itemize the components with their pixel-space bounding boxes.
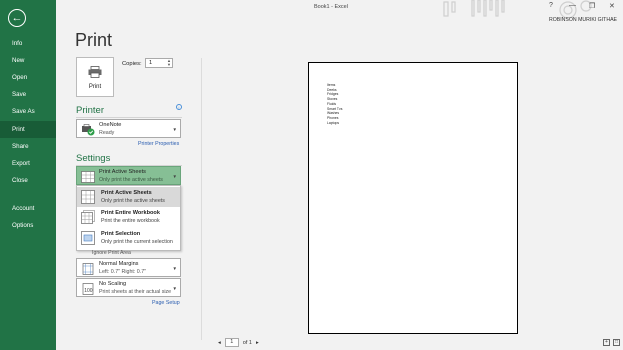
restore-icon[interactable]: ❐ [589,2,595,10]
menu-item-label: Print Active Sheets [101,190,152,196]
print-scope-dropdown[interactable]: Print Active Sheets Only print the activ… [76,166,181,185]
sidebar-item-account[interactable]: Account [0,200,56,217]
window-title: Book1 - Excel [314,4,348,10]
chevron-down-icon: ▼ [172,174,177,179]
menu-item-label: Print Selection [101,231,141,237]
sidebar-item-share[interactable]: Share [0,138,56,155]
page-setup-link[interactable]: Page Setup [152,300,180,306]
chevron-down-icon: ▼ [172,266,177,271]
sidebar-item-close[interactable]: Close [0,172,56,189]
help-icon[interactable]: ? [549,2,553,9]
menu-item-description: Only print the current selection [101,239,173,245]
print-scope-description: Only print the active sheets [99,177,163,183]
sidebar-item-open[interactable]: Open [0,69,56,86]
printer-icon [88,66,102,78]
sidebar-item-export[interactable]: Export [0,155,56,172]
info-icon[interactable]: i [176,104,182,110]
ignore-print-area-option[interactable]: Ignore Print Area [92,250,131,256]
print-scope-menu: Print Active Sheets Only print the activ… [76,185,181,251]
menu-item-label: Print Entire Workbook [101,210,160,216]
divider [201,58,202,340]
page-title: Print [75,30,113,50]
preview-content: Items Deeks Fridges Stoves Fluids Smart … [327,83,342,125]
printer-dropdown[interactable]: OneNote Ready ▼ [76,119,181,138]
scaling-dropdown[interactable]: 100 No Scaling Print sheets at their act… [76,278,181,297]
scaling-value: No Scaling [99,281,127,287]
printer-properties-link[interactable]: Printer Properties [138,141,179,147]
print-button-label: Print [88,84,102,90]
divider [76,117,182,118]
copies-value: 1 [149,60,153,66]
selection-icon [81,231,95,245]
minimize-icon[interactable]: — [569,2,576,9]
sheet-grid-icon [81,190,95,204]
printer-name: OneNote [99,122,122,128]
printer-status: Ready [99,130,115,136]
workbook-icon [81,210,95,224]
backstage-sidebar: ← Info New Open Save Save As Print Share… [0,0,56,350]
printer-ready-icon [82,124,95,136]
current-page-input[interactable]: 1 [224,338,239,347]
print-scope-value: Print Active Sheets [99,169,146,175]
copies-input[interactable]: 1 ▲ ▼ [145,58,173,68]
chevron-down-icon: ▼ [172,127,177,132]
zoom-to-page-icon[interactable]: □ [613,339,620,346]
sheet-grid-icon [81,171,95,183]
menu-item-description: Only print the active sheets [101,198,165,204]
close-icon[interactable]: ✕ [609,2,615,10]
show-margins-icon[interactable]: + [603,339,610,346]
chevron-down-icon: ▼ [172,286,177,291]
menu-item-print-selection[interactable]: Print Selection Only print the current s… [77,228,180,248]
previous-page-icon[interactable]: ◂ [218,340,221,346]
back-arrow-icon[interactable]: ← [8,9,26,27]
menu-item-print-entire-workbook[interactable]: Print Entire Workbook Print the entire w… [77,207,180,227]
sidebar-item-info[interactable]: Info [0,35,56,52]
printer-section-title: Printer [76,105,104,116]
settings-section-title: Settings [76,153,111,164]
margins-icon [82,263,94,275]
menu-item-description: Print the entire workbook [101,218,160,224]
margins-description: Left: 0.7" Right: 0.7" [99,269,147,275]
sidebar-item-save[interactable]: Save [0,86,56,103]
sidebar-item-save-as[interactable]: Save As [0,103,56,120]
scaling-icon: 100 [82,283,94,295]
preview-line: Laptops [327,120,340,125]
margins-value: Normal Margins [99,261,139,267]
sidebar-item-options[interactable]: Options [0,217,56,234]
svg-text:100: 100 [84,288,93,294]
sidebar-item-print[interactable]: Print [0,121,56,138]
margins-dropdown[interactable]: Normal Margins Left: 0.7" Right: 0.7" ▼ [76,258,181,277]
print-button[interactable]: Print [76,57,114,97]
title-bar: Book1 - Excel ? — ❐ ✕ [56,0,623,19]
scaling-description: Print sheets at their actual size [99,289,172,295]
page-navigator: ◂ 1 of 1 ▸ [218,338,259,347]
menu-item-print-active-sheets[interactable]: Print Active Sheets Only print the activ… [77,187,180,207]
next-page-icon[interactable]: ▸ [256,340,259,346]
sidebar-item-new[interactable]: New [0,52,56,69]
print-preview-page: Items Deeks Fridges Stoves Fluids Smart … [308,62,518,334]
copies-label: Copies: [122,61,142,67]
page-count: of 1 [242,339,252,346]
user-name[interactable]: ROBINSON MURIKI GITHAE [549,17,617,23]
copies-spinner-icon[interactable]: ▲ ▼ [167,59,171,67]
